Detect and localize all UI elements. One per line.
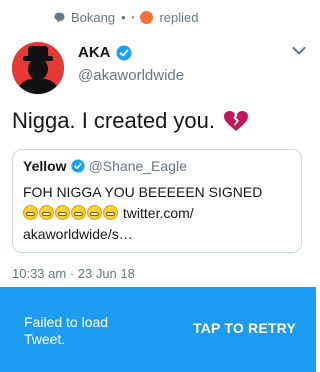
quoted-author-row: Yellow @Shane_Eagle [23, 158, 291, 174]
grinning-face-icon [71, 205, 86, 220]
grinning-face-icon [103, 205, 118, 220]
quoted-tweet[interactable]: Yellow @Shane_Eagle FOH NIGGA YOU BEEEEE… [12, 149, 302, 253]
quoted-display-name: Yellow [23, 158, 67, 174]
grinning-face-icon [23, 205, 38, 220]
chat-bubble-icon [54, 12, 65, 23]
author-handle[interactable]: @akaworldwide [78, 67, 184, 84]
tweet-text: Nigga. I created you. [12, 108, 216, 133]
verified-badge-icon [71, 159, 85, 173]
author-name-row[interactable]: AKA [78, 44, 132, 61]
tweet-text-row: Nigga. I created you. [12, 108, 249, 134]
quoted-text-main: FOH NIGGA YOU BEEEEEN SIGNED [23, 184, 263, 200]
grinning-face-icon [39, 205, 54, 220]
author-display-name[interactable]: AKA [78, 44, 111, 61]
retry-button[interactable]: TAP TO RETRY [193, 320, 296, 336]
context-small-separator: • [131, 12, 135, 22]
quoted-link-part-2[interactable]: akaworldwide/s… [23, 226, 133, 242]
grinning-face-icon [87, 205, 102, 220]
error-message: Failed to load Tweet. [24, 314, 109, 347]
broken-heart-icon [223, 110, 249, 132]
replier-avatar-icon [140, 10, 154, 24]
context-user[interactable]: Bokang [71, 10, 115, 25]
error-banner: Failed to load Tweet. TAP TO RETRY [0, 287, 316, 372]
quoted-link-part-1[interactable]: twitter.com/ [123, 205, 194, 221]
chevron-down-icon[interactable] [292, 46, 306, 56]
grinning-face-icon [55, 205, 70, 220]
context-action: replied [159, 9, 199, 25]
avatar[interactable] [12, 42, 64, 94]
reply-context: Bokang • • replied [54, 8, 199, 26]
context-separator: • [121, 9, 126, 25]
quoted-text: FOH NIGGA YOU BEEEEEN SIGNED twitter.com… [23, 182, 291, 245]
verified-badge-icon [116, 45, 132, 61]
tweet-timestamp: 10:33 am · 23 Jun 18 [12, 266, 135, 281]
quoted-handle: @Shane_Eagle [88, 158, 187, 174]
